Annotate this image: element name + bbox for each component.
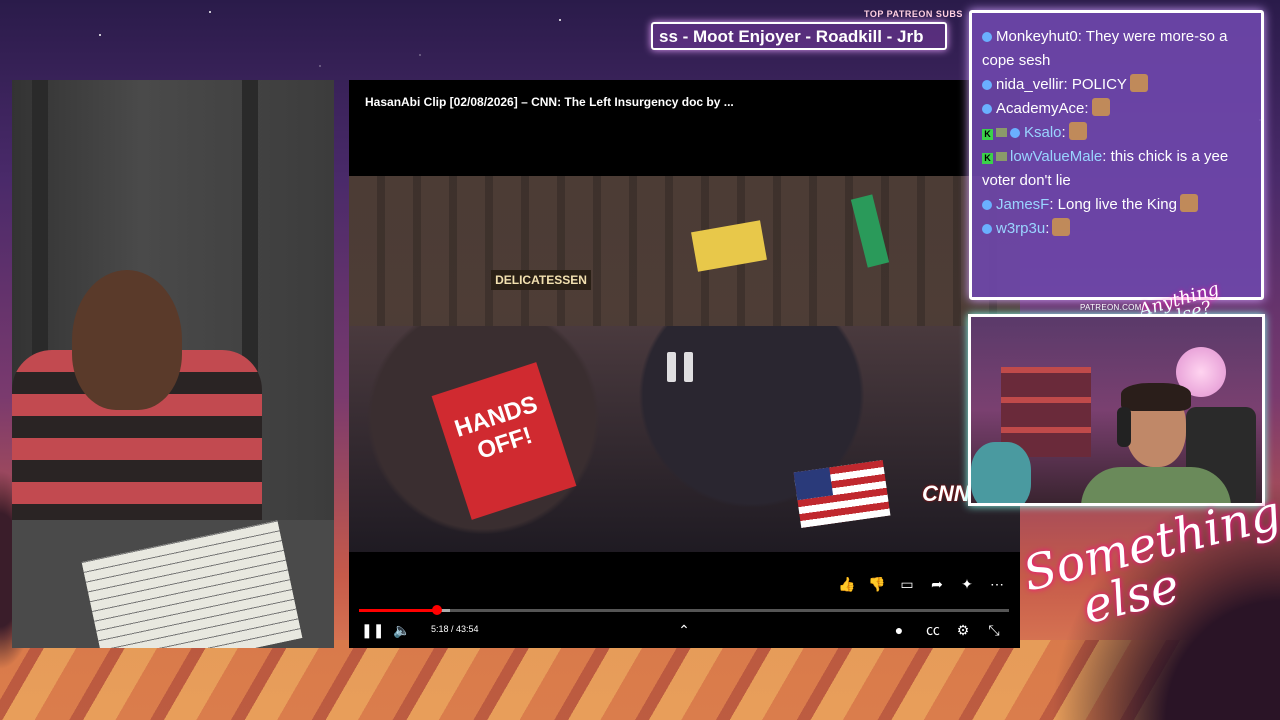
like-icon[interactable]: 👍 <box>838 575 856 593</box>
k-badge-icon: K <box>982 129 993 140</box>
chat-emote-icon <box>1129 74 1148 92</box>
chat-text: : <box>1084 100 1089 117</box>
chat-text: : Long live the King <box>1049 196 1177 213</box>
sub-badge-icon <box>996 152 1007 161</box>
autoplay-toggle-icon[interactable]: ● <box>890 621 908 639</box>
chat-emote-icon <box>1052 218 1071 236</box>
volume-icon[interactable]: 🔈 <box>393 621 411 639</box>
streamer-webcam <box>968 314 1265 506</box>
headset-icon <box>1117 407 1131 447</box>
chat-username[interactable]: Monkeyhut0 <box>996 28 1078 45</box>
time-display: 5:18 / 43:54 <box>431 624 479 634</box>
captions-icon[interactable]: ㏄ <box>924 621 942 639</box>
chat-badge-icon <box>982 80 992 90</box>
chat-message: AcademyAce: <box>982 97 1251 121</box>
chat-emote-icon <box>1179 194 1198 212</box>
share-icon[interactable]: ➦ <box>928 575 946 593</box>
plush-toy <box>971 442 1031 503</box>
played-range <box>359 609 438 612</box>
voter-head <box>72 270 182 410</box>
chat-message: K Ksalo: <box>982 121 1251 145</box>
patreon-subs-ticker-text: ss - Moot Enjoyer - Roadkill - Jrb <box>659 27 924 46</box>
video-action-row: 👍 👎 ▭ ➦ ✦ ⋯ <box>838 575 1006 593</box>
cnn-watermark: CNN <box>922 481 970 506</box>
left-video-footage <box>12 80 334 648</box>
chat-username[interactable]: JamesF <box>996 196 1049 213</box>
chat-emote-icon <box>1068 122 1087 140</box>
comments-icon[interactable]: ▭ <box>898 575 916 593</box>
exit-fullscreen-icon[interactable]: ⤡ <box>985 621 1003 639</box>
delicatessen-sign: DELICATESSEN <box>491 270 591 290</box>
chat-message: w3rp3u: <box>982 217 1251 241</box>
chat-username[interactable]: lowValueMale <box>1010 148 1102 165</box>
chat-emote-icon <box>1091 98 1110 116</box>
player-controls: ❚❚ 🔈 5:18 / 43:54 ⌃ ● ㏄ ⚙ ⤡ <box>349 620 1020 642</box>
chat-badge-icon <box>982 200 992 210</box>
video-title[interactable]: HasanAbi Clip [02/08/2026] – CNN: The Le… <box>365 95 734 109</box>
seek-bar[interactable] <box>359 605 1009 615</box>
chat-badge-icon <box>982 32 992 42</box>
chat-text: : POLICY <box>1063 76 1127 93</box>
patreon-subs-ticker: ss - Moot Enjoyer - Roadkill - Jrb <box>651 22 947 50</box>
chat-message: nida_vellir: POLICY <box>982 73 1251 97</box>
chat-badge-icon <box>1010 128 1020 138</box>
chat-username[interactable]: nida_vellir <box>996 76 1064 93</box>
building-facade <box>349 176 1020 336</box>
more-options-icon[interactable]: ⋯ <box>988 575 1006 593</box>
streamer-hair <box>1121 383 1191 411</box>
chevron-up-icon[interactable]: ⌃ <box>675 621 693 639</box>
chat-message: KlowValueMale: this chick is a yee voter… <box>982 145 1251 193</box>
chat-badge-icon <box>982 104 992 114</box>
chat-text: : <box>1045 220 1050 237</box>
patreon-url-label: PATREON.COM/ <box>1080 303 1145 312</box>
k-badge-icon: K <box>982 153 993 164</box>
chat-badge-icon <box>982 224 992 234</box>
sub-badge-icon <box>996 128 1007 137</box>
video-frame[interactable]: DELICATESSEN HANDS OFF! CNN <box>349 176 1020 552</box>
chat-text: : <box>1061 124 1066 141</box>
video-player[interactable]: HasanAbi Clip [02/08/2026] – CNN: The Le… <box>349 80 1020 648</box>
settings-gear-icon[interactable]: ⚙ <box>954 621 972 639</box>
dislike-icon[interactable]: 👎 <box>868 575 886 593</box>
top-patreon-subs-label: TOP PATREON SUBS <box>864 9 963 19</box>
chat-username[interactable]: AcademyAce <box>996 100 1084 117</box>
chat-message: Monkeyhut0: They were more-so a cope ses… <box>982 25 1251 73</box>
chat-username[interactable]: w3rp3u <box>996 220 1045 237</box>
chat-message-list: Monkeyhut0: They were more-so a cope ses… <box>982 25 1251 241</box>
chat-message: JamesF: Long live the King <box>982 193 1251 217</box>
stream-chat[interactable]: Monkeyhut0: They were more-so a cope ses… <box>969 10 1264 300</box>
pause-icon[interactable]: ❚❚ <box>361 621 384 639</box>
chat-username[interactable]: Ksalo <box>1024 124 1062 141</box>
sparkle-icon[interactable]: ✦ <box>958 575 976 593</box>
seek-handle[interactable] <box>432 605 443 615</box>
pause-indicator-icon <box>667 352 693 382</box>
